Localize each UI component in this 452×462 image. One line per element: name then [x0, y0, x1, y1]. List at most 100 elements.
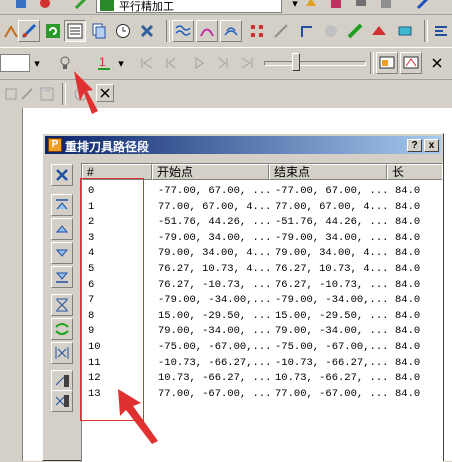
column-header-end[interactable]: 结束点 [269, 164, 387, 180]
toolbar-main [0, 15, 452, 48]
row-start-point: 79.00, -34.00, ... [158, 325, 272, 338]
refresh-icon[interactable] [42, 20, 64, 42]
disabled-icon-2[interactable] [16, 83, 38, 105]
close-toolbar-small-icon[interactable] [96, 84, 114, 102]
copy-icon[interactable] [88, 20, 110, 42]
last-step-icon[interactable] [236, 52, 258, 74]
row-start-point: 77.00, 67.00, 4... [158, 200, 272, 213]
link-icon[interactable] [270, 20, 292, 42]
move-top-icon[interactable] [51, 194, 73, 216]
move-up-icon[interactable] [51, 218, 73, 240]
row-length: 84.0 [395, 263, 421, 275]
toolbar-playback: ▾ 1 ▾ [0, 48, 452, 78]
row-length: 84.0 [395, 341, 421, 353]
row-length: 84.0 [395, 372, 421, 385]
help-button[interactable]: ? [407, 139, 422, 152]
toolbar-icon-6[interactable] [350, 0, 372, 14]
tool-number-icon[interactable]: 1 [94, 52, 116, 74]
reorder-scissors-icon[interactable] [51, 164, 73, 186]
row-length: 84.0 [395, 294, 421, 307]
svg-text:1: 1 [99, 55, 106, 69]
prev-step-icon[interactable] [160, 52, 182, 74]
stock-view-icon[interactable] [400, 52, 422, 74]
green-tool-icon[interactable] [344, 20, 366, 42]
separator [424, 20, 428, 42]
move-bottom-icon[interactable] [51, 266, 73, 288]
annotation-highlight-box [80, 178, 144, 421]
row-length: 84.0 [395, 387, 421, 400]
row-start-point: -79.00, -34.00,... [158, 294, 272, 307]
app-logo-icon: P [48, 138, 62, 152]
reverse-order-icon[interactable] [51, 294, 73, 316]
red-shape-icon[interactable] [368, 20, 390, 42]
points-icon[interactable] [320, 20, 342, 42]
edit-toolpath-icon[interactable] [18, 20, 40, 42]
row-length: 84.0 [395, 216, 421, 229]
swap-direction-icon[interactable] [51, 318, 73, 340]
row-length: 84.0 [395, 247, 421, 260]
reorder-nearest-icon[interactable] [51, 370, 73, 392]
close-button[interactable]: x [424, 139, 439, 152]
row-start-point: -77.00, 67.00, ... [158, 185, 272, 197]
speed-slider-thumb[interactable] [291, 53, 300, 71]
view-combo-arrow[interactable]: ▾ [30, 52, 44, 74]
strategy-combo[interactable]: 平行精加工 [96, 0, 282, 13]
row-end-point: 10.73, -66.27, ... [275, 372, 389, 385]
row-start-point: 79.00, 34.00, 4... [158, 247, 272, 260]
extra-tool-icon[interactable] [430, 20, 452, 42]
row-end-point: -51.76, 44.26, ... [275, 216, 389, 229]
dialog-title: 重排刀具路径段 [65, 140, 150, 154]
clock-icon[interactable] [112, 20, 134, 42]
row-end-point: 79.00, -34.00, ... [275, 325, 389, 338]
close-toolbar-icon[interactable] [426, 52, 448, 74]
row-length: 84.0 [395, 185, 421, 197]
reorder-alternate-icon[interactable] [51, 390, 73, 412]
tool-number-arrow[interactable]: ▾ [114, 52, 128, 74]
toolbar-icon-2[interactable] [34, 0, 56, 14]
row-start-point: 10.73, -66.27, ... [158, 372, 272, 385]
disabled-info-icon[interactable] [70, 83, 92, 105]
next-step-icon[interactable] [212, 52, 234, 74]
toolbar-icon-3[interactable] [70, 0, 92, 14]
disabled-save-icon[interactable] [36, 83, 58, 105]
row-end-point: 76.27, -10.73, ... [275, 278, 389, 291]
machine-view-icon[interactable] [376, 52, 398, 74]
row-end-point: 79.00, 34.00, 4... [275, 247, 389, 260]
speed-slider-track[interactable] [264, 61, 366, 66]
row-start-point: 77.00, -67.00, ... [158, 387, 272, 400]
row-length: 84.0 [395, 231, 421, 244]
light-bulb-icon[interactable] [54, 52, 76, 74]
toolbar-icon-5[interactable] [325, 0, 347, 14]
toolbar-icon-8[interactable] [412, 0, 434, 14]
tools-icon[interactable] [136, 20, 158, 42]
row-length: 84.0 [395, 278, 421, 291]
move-down-icon[interactable] [51, 242, 73, 264]
first-step-icon[interactable] [136, 52, 158, 74]
row-end-point: 76.27, 10.73, 4... [275, 263, 389, 275]
toolbar-icon-7[interactable] [375, 0, 397, 14]
play-icon[interactable] [188, 52, 210, 74]
row-start-point: -75.00, -67.00,... [158, 341, 272, 353]
separator [166, 20, 170, 42]
column-header-start[interactable]: 开始点 [152, 164, 269, 180]
nodes-icon[interactable] [246, 20, 268, 42]
row-start-point: 76.27, 10.73, 4... [158, 263, 272, 275]
reorder-list-icon[interactable] [64, 20, 86, 42]
row-end-point: -75.00, -67.00,... [275, 341, 389, 353]
wave-strategy-icon[interactable] [172, 20, 194, 42]
toolbar-icon-1[interactable] [10, 0, 32, 14]
row-end-point: 77.00, 67.00, 4... [275, 200, 389, 213]
split-icon[interactable] [51, 342, 73, 364]
curve-strategy-icon[interactable] [196, 20, 218, 42]
contour-strategy-icon[interactable] [220, 20, 242, 42]
toolbar-disabled [0, 79, 452, 108]
cyan-shape-icon[interactable] [394, 20, 416, 42]
toolbar-top: 平行精加工 ▾ [0, 0, 452, 15]
view-combo[interactable] [0, 54, 30, 72]
toolbar-icon-4[interactable] [300, 0, 322, 14]
column-header-length[interactable]: 长 [387, 164, 442, 180]
explorer-pane-edge [0, 108, 23, 461]
row-length: 84.0 [395, 356, 421, 369]
leads-icon[interactable] [296, 20, 318, 42]
dialog-titlebar[interactable]: P 重排刀具路径段 ? x [45, 136, 441, 154]
